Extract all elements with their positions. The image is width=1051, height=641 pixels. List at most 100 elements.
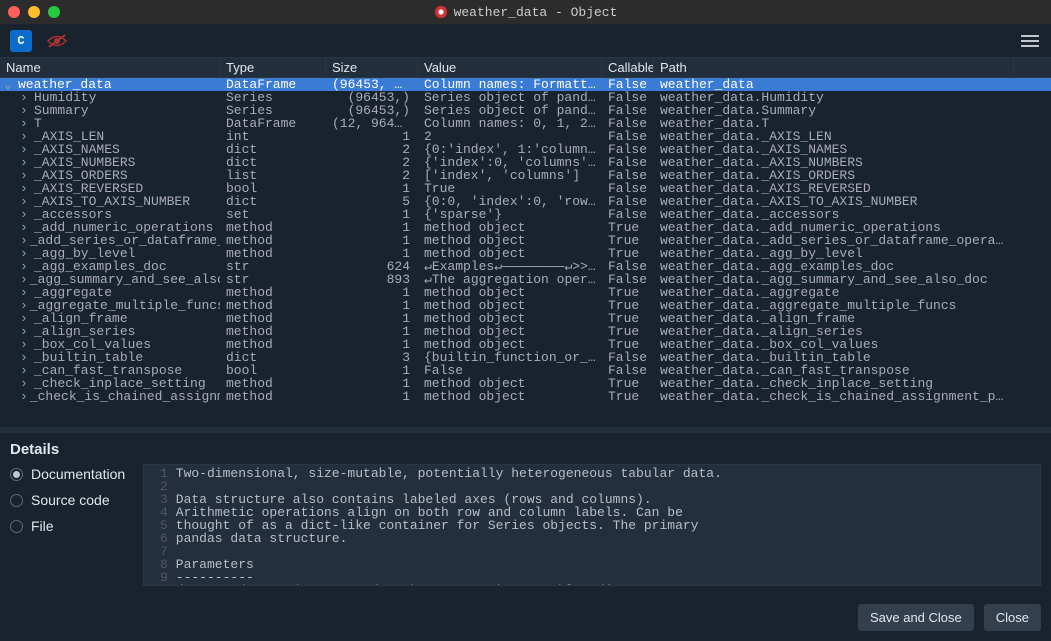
row-size: (96453, 12)	[326, 78, 418, 91]
table-row[interactable]: ›_can_fast_transposebool1FalseFalseweath…	[0, 364, 1051, 377]
radio-file[interactable]: File	[10, 518, 125, 534]
expand-arrow-icon[interactable]: ›	[20, 377, 32, 390]
expand-arrow-icon[interactable]: ›	[20, 156, 32, 169]
row-name: _align_frame	[34, 312, 128, 325]
row-value: Column names: 0, 1, 2, 3,…	[418, 117, 602, 130]
radio-dot-icon	[10, 468, 23, 481]
row-name: _AXIS_TO_AXIS_NUMBER	[34, 195, 190, 208]
table-row[interactable]: ›_AXIS_TO_AXIS_NUMBERdict5{0:0, 'index':…	[0, 195, 1051, 208]
expand-arrow-icon[interactable]: ›	[20, 130, 32, 143]
table-row[interactable]: ›_builtin_tabledict3{builtin_function_or…	[0, 351, 1051, 364]
expand-arrow-icon[interactable]: ›	[20, 117, 32, 130]
table-row[interactable]: ›_agg_summary_and_see_also…str893↵The ag…	[0, 273, 1051, 286]
row-name: _box_col_values	[34, 338, 151, 351]
col-name[interactable]: Name	[0, 58, 220, 77]
table-row[interactable]: ›_add_numeric_operationsmethod1method ob…	[0, 221, 1051, 234]
row-callable: False	[602, 104, 654, 117]
expand-arrow-icon[interactable]: ⌄	[4, 78, 16, 91]
c-button[interactable]: C	[10, 30, 32, 52]
documentation-text: Two-dimensional, size-mutable, potential…	[172, 465, 1040, 585]
row-callable: True	[602, 286, 654, 299]
expand-arrow-icon[interactable]: ›	[20, 338, 32, 351]
table-row[interactable]: ›_AXIS_REVERSEDbool1TrueFalseweather_dat…	[0, 182, 1051, 195]
expand-arrow-icon[interactable]: ›	[20, 312, 32, 325]
table-row[interactable]: ›_box_col_valuesmethod1method objectTrue…	[0, 338, 1051, 351]
expand-arrow-icon[interactable]: ›	[20, 104, 32, 117]
col-path[interactable]: Path	[654, 58, 1014, 77]
row-path: weather_data._can_fast_transpose	[654, 364, 1014, 377]
save-and-close-button[interactable]: Save and Close	[858, 604, 974, 631]
table-row[interactable]: ›_AXIS_NUMBERSdict2{'index':0, 'columns'…	[0, 156, 1051, 169]
col-callable[interactable]: Callable	[602, 58, 654, 77]
table-row[interactable]: ›_accessorsset1{'sparse'}Falseweather_da…	[0, 208, 1051, 221]
table-row[interactable]: ›_agg_examples_docstr624↵Examples↵——————…	[0, 260, 1051, 273]
radio-label: Documentation	[31, 466, 125, 482]
row-value: {'index':0, 'columns':1}	[418, 156, 602, 169]
table-row[interactable]: ›_agg_by_levelmethod1method objectTruewe…	[0, 247, 1051, 260]
row-value: method object	[418, 299, 602, 312]
expand-arrow-icon[interactable]: ›	[20, 195, 32, 208]
row-name: _AXIS_LEN	[34, 130, 104, 143]
row-callable: False	[602, 208, 654, 221]
expand-arrow-icon[interactable]: ›	[20, 260, 32, 273]
row-type: method	[220, 299, 326, 312]
expand-arrow-icon[interactable]: ›	[20, 234, 28, 247]
expand-arrow-icon[interactable]: ›	[20, 208, 32, 221]
table-row[interactable]: ›_AXIS_ORDERSlist2['index', 'columns']Fa…	[0, 169, 1051, 182]
radio-source-code[interactable]: Source code	[10, 492, 125, 508]
expand-arrow-icon[interactable]: ›	[20, 273, 28, 286]
expand-arrow-icon[interactable]: ›	[20, 390, 28, 403]
expand-arrow-icon[interactable]: ›	[20, 364, 32, 377]
row-callable: False	[602, 91, 654, 104]
row-path: weather_data._builtin_table	[654, 351, 1014, 364]
expand-arrow-icon[interactable]: ›	[20, 351, 32, 364]
table-row[interactable]: ›HumiditySeries(96453,)Series object of …	[0, 91, 1051, 104]
hamburger-menu-icon[interactable]	[1019, 30, 1041, 52]
expand-arrow-icon[interactable]: ›	[20, 325, 32, 338]
col-value[interactable]: Value	[418, 58, 602, 77]
row-value: method object	[418, 338, 602, 351]
expand-arrow-icon[interactable]: ›	[20, 91, 32, 104]
table-row[interactable]: ›_align_framemethod1method objectTruewea…	[0, 312, 1051, 325]
table-row[interactable]: ›_add_series_or_dataframe_…method1method…	[0, 234, 1051, 247]
row-path: weather_data._align_frame	[654, 312, 1014, 325]
table-row[interactable]: ›_check_inplace_settingmethod1method obj…	[0, 377, 1051, 390]
table-row[interactable]: ›_AXIS_LENint12Falseweather_data._AXIS_L…	[0, 130, 1051, 143]
row-type: int	[220, 130, 326, 143]
row-value: Column names: Formatted D…	[418, 78, 602, 91]
col-type[interactable]: Type	[220, 58, 326, 77]
table-row[interactable]: ›TDataFrame(12, 96453)Column names: 0, 1…	[0, 117, 1051, 130]
row-size: 1	[326, 364, 418, 377]
expand-arrow-icon[interactable]: ›	[20, 299, 28, 312]
row-value: ['index', 'columns']	[418, 169, 602, 182]
table-row[interactable]: ›_AXIS_NAMESdict2{0:'index', 1:'columns'…	[0, 143, 1051, 156]
table-row[interactable]: ›_aggregate_multiple_funcsmethod1method …	[0, 299, 1051, 312]
expand-arrow-icon[interactable]: ›	[20, 182, 32, 195]
row-type: method	[220, 377, 326, 390]
row-type: bool	[220, 364, 326, 377]
row-callable: True	[602, 247, 654, 260]
radio-documentation[interactable]: Documentation	[10, 466, 125, 482]
table-row[interactable]: ›_check_is_chained_assignm…method1method…	[0, 390, 1051, 403]
expand-arrow-icon[interactable]: ›	[20, 221, 32, 234]
expand-arrow-icon[interactable]: ›	[20, 143, 32, 156]
table-row[interactable]: ⌄weather_dataDataFrame(96453, 12)Column …	[0, 78, 1051, 91]
row-type: dict	[220, 156, 326, 169]
toggle-visibility-icon[interactable]	[46, 30, 68, 52]
row-value: method object	[418, 221, 602, 234]
expand-arrow-icon[interactable]: ›	[20, 247, 32, 260]
close-button[interactable]: Close	[984, 604, 1041, 631]
row-type: Series	[220, 104, 326, 117]
table-body[interactable]: ⌄weather_dataDataFrame(96453, 12)Column …	[0, 78, 1051, 427]
documentation-view[interactable]: 12345678910 Two-dimensional, size-mutabl…	[143, 464, 1041, 586]
row-callable: False	[602, 351, 654, 364]
row-path: weather_data._aggregate_multiple_funcs	[654, 299, 1014, 312]
col-size[interactable]: Size	[326, 58, 418, 77]
table-row[interactable]: ›_align_seriesmethod1method objectTruewe…	[0, 325, 1051, 338]
row-size: 1	[326, 208, 418, 221]
table-row[interactable]: ›SummarySeries(96453,)Series object of p…	[0, 104, 1051, 117]
table-row[interactable]: ›_aggregatemethod1method objectTrueweath…	[0, 286, 1051, 299]
expand-arrow-icon[interactable]: ›	[20, 169, 32, 182]
radio-dot-icon	[10, 520, 23, 533]
expand-arrow-icon[interactable]: ›	[20, 286, 32, 299]
